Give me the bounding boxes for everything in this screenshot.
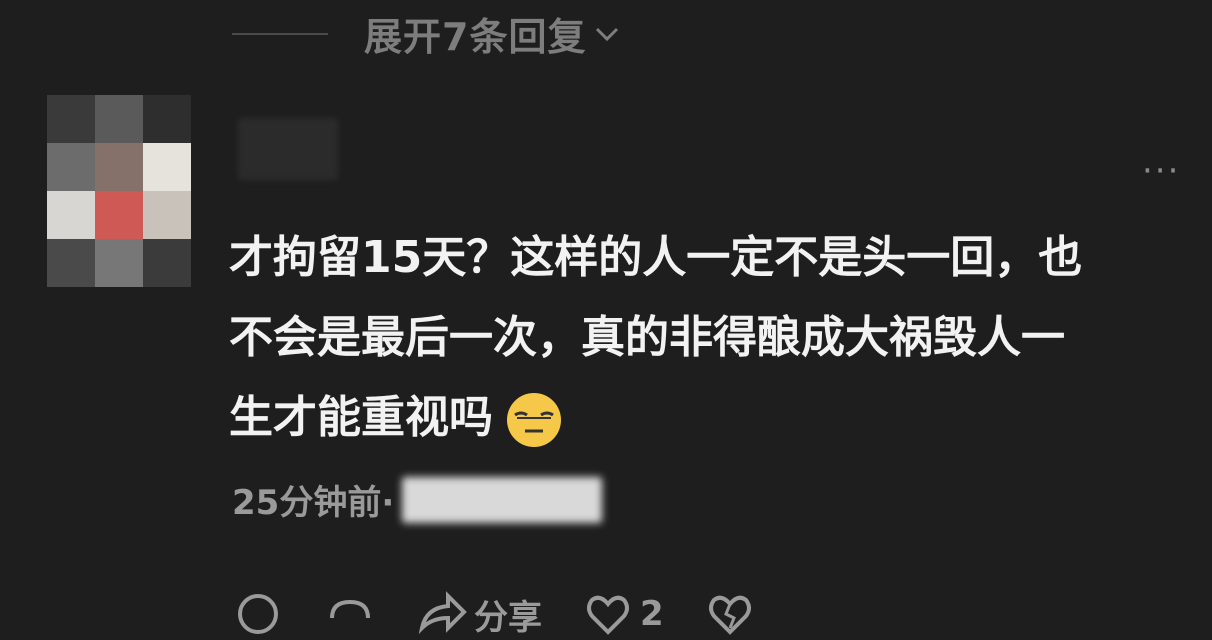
- avatar[interactable]: [47, 95, 191, 287]
- dislike-button[interactable]: [704, 588, 756, 640]
- expand-replies-row[interactable]: 展开7条回复: [232, 6, 622, 61]
- comment-line: 不会是最后一次，真的非得酿成大祸毁人一: [229, 312, 1065, 363]
- comment-time: 25分钟前·: [232, 483, 395, 523]
- like-button[interactable]: 2: [582, 588, 664, 640]
- comment-line-last: 生才能重视吗: [229, 378, 1189, 458]
- like-count: 2: [640, 594, 664, 634]
- repost-button[interactable]: [324, 588, 376, 640]
- like-icon: [587, 595, 629, 635]
- location-blurred: [402, 476, 603, 523]
- comment-line: 生才能重视吗: [229, 392, 493, 443]
- comment-line: 才拘留15天？这样的人一定不是头一回，也: [229, 232, 1083, 283]
- divider-line: [232, 32, 328, 35]
- comment-meta: 25分钟前·: [232, 475, 603, 524]
- share-button[interactable]: 分享: [416, 588, 542, 640]
- comment-button[interactable]: [232, 588, 284, 640]
- expressionless-face-emoji: [507, 393, 561, 447]
- share-icon: [418, 591, 467, 635]
- comment-actions: 分享 2: [232, 588, 796, 638]
- ellipsis-icon[interactable]: ···: [1142, 154, 1180, 188]
- share-label: 分享: [474, 597, 542, 638]
- repost-icon: [330, 599, 370, 619]
- chevron-down-icon[interactable]: [592, 19, 622, 49]
- dislike-icon: [708, 595, 751, 635]
- comment-icon: [238, 594, 278, 634]
- username-blurred[interactable]: [238, 118, 338, 180]
- expand-replies-label[interactable]: 展开7条回复: [364, 6, 586, 61]
- comment-text: 才拘留15天？这样的人一定不是头一回，也 不会是最后一次，真的非得酿成大祸毁人一…: [229, 218, 1189, 458]
